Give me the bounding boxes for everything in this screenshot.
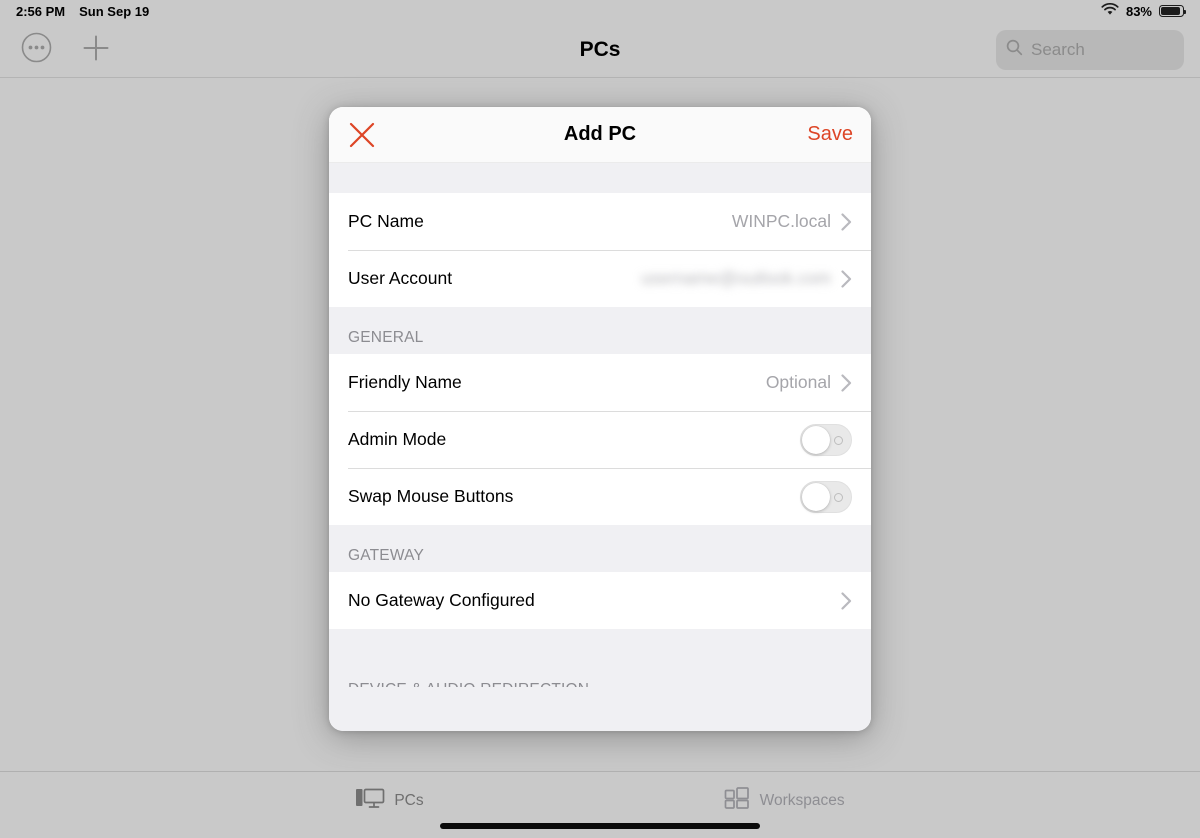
row-swap-mouse-buttons[interactable]: Swap Mouse Buttons: [329, 468, 871, 525]
swap-mouse-buttons-toggle[interactable]: [800, 480, 852, 513]
tab-bar: PCs Workspaces: [0, 771, 1200, 838]
chevron-right-icon: [841, 591, 852, 610]
toggle-off-indicator-icon: [834, 435, 843, 445]
row-label: No Gateway Configured: [348, 590, 535, 610]
status-time: 2:56 PM: [16, 3, 66, 19]
close-button[interactable]: [347, 120, 377, 150]
wifi-icon: [1101, 3, 1119, 19]
section-header-device-audio-redirection: DEVICE & AUDIO REDIRECTION: [329, 665, 871, 687]
row-value: Optional: [765, 372, 831, 392]
search-icon: [1006, 39, 1023, 61]
nav-bar: PCs Search: [0, 22, 1200, 78]
status-bar: 2:56 PM Sun Sep 19 83%: [0, 0, 1200, 22]
add-pc-button[interactable]: [78, 32, 114, 68]
row-value-group: username@outlook.com: [641, 268, 852, 289]
row-control-group: [800, 480, 852, 513]
tab-label: Workspaces: [759, 792, 845, 809]
row-user-account[interactable]: User Account username@outlook.com: [329, 250, 871, 307]
section-gateway: No Gateway Configured: [329, 572, 871, 629]
more-circle-button[interactable]: [18, 32, 54, 68]
row-value-group: Optional: [766, 372, 852, 393]
plus-icon: [81, 33, 111, 68]
status-date: Sun Sep 19: [79, 3, 150, 19]
row-value-group: [841, 591, 852, 610]
chevron-right-icon: [841, 212, 852, 231]
home-indicator: [440, 823, 760, 829]
more-circle-icon: [21, 32, 52, 68]
row-label: User Account: [348, 268, 453, 288]
toggle-off-indicator-icon: [834, 492, 843, 502]
chevron-right-icon: [841, 269, 852, 288]
nav-bar-left-buttons: [18, 32, 114, 68]
tab-pcs[interactable]: PCs: [355, 786, 424, 816]
save-button[interactable]: Save: [807, 123, 853, 146]
battery-icon: [1159, 5, 1187, 17]
form-top-spacer: [329, 163, 871, 193]
chevron-right-icon: [841, 373, 852, 392]
modal-title: Add PC: [563, 123, 637, 145]
form-bottom-spacer: [329, 629, 871, 665]
admin-mode-toggle[interactable]: [800, 423, 852, 456]
toggle-knob: [802, 482, 830, 511]
close-icon: [347, 122, 377, 154]
row-label: Friendly Name: [348, 372, 462, 392]
tab-label: PCs: [394, 792, 424, 809]
add-pc-modal: Add PC Save PC Name WINPC.local User Acc…: [329, 107, 871, 731]
row-label: Swap Mouse Buttons: [348, 486, 514, 506]
search-input[interactable]: Search: [1031, 40, 1085, 60]
section-header-general: GENERAL: [329, 307, 871, 354]
row-control-group: [800, 423, 852, 456]
section-header-gateway: GATEWAY: [329, 525, 871, 572]
row-value-redacted: username@outlook.com: [641, 268, 831, 288]
toggle-knob: [802, 425, 830, 454]
status-bar-left: 2:56 PM Sun Sep 19: [16, 4, 149, 19]
search-field[interactable]: Search: [996, 30, 1184, 70]
desktop-computer-icon: [355, 786, 385, 816]
row-value: WINPC.local: [731, 211, 831, 231]
row-admin-mode[interactable]: Admin Mode: [329, 411, 871, 468]
row-label: PC Name: [348, 211, 424, 231]
tab-workspaces[interactable]: Workspaces: [724, 786, 845, 816]
battery-percent: 83%: [1125, 3, 1152, 19]
section-connection: PC Name WINPC.local User Account usernam…: [329, 193, 871, 307]
row-pc-name[interactable]: PC Name WINPC.local: [329, 193, 871, 250]
status-bar-right: 83%: [1101, 3, 1187, 19]
row-no-gateway-configured[interactable]: No Gateway Configured: [329, 572, 871, 629]
section-general: Friendly Name Optional Admin Mode Swap M…: [329, 354, 871, 525]
workspaces-grid-icon: [724, 786, 751, 816]
row-friendly-name[interactable]: Friendly Name Optional: [329, 354, 871, 411]
modal-header: Add PC Save: [329, 107, 871, 163]
row-label: Admin Mode: [348, 429, 447, 449]
modal-form-scroll[interactable]: PC Name WINPC.local User Account usernam…: [329, 163, 871, 731]
row-value-group: WINPC.local: [732, 211, 852, 232]
